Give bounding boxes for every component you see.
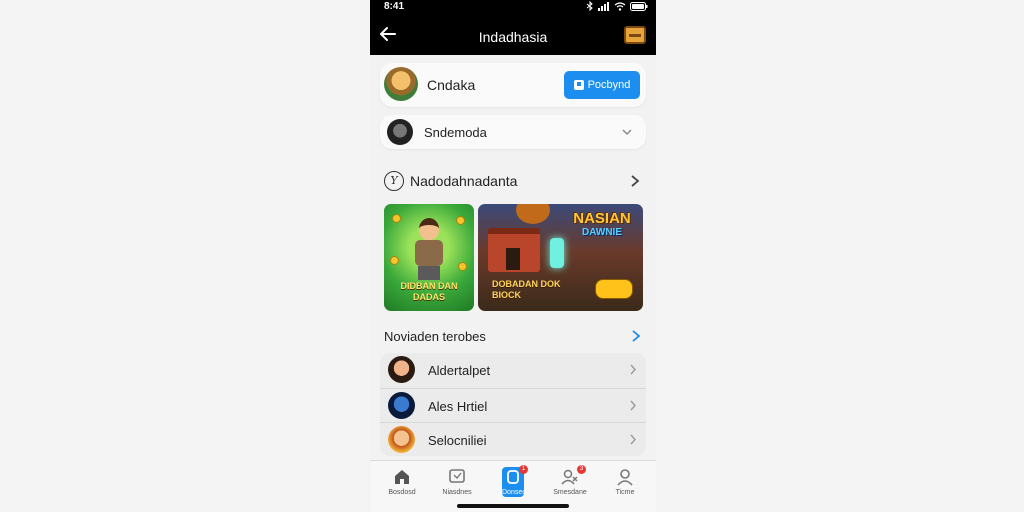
featured-games: DIDBAN DAN DADAS NASIAN DAWNIE DOBADAN D… xyxy=(384,204,643,312)
list-item[interactable]: Ales Hrtiel xyxy=(380,388,646,422)
tab-label: Donseo xyxy=(502,489,527,496)
game-card[interactable]: NASIAN DAWNIE DOBADAN DOK BIOCK xyxy=(478,204,643,311)
avatar xyxy=(384,67,418,101)
list-item[interactable]: Selocniliei xyxy=(380,422,646,456)
phone-screen: 8:41 Indadhasia Cndaka Pocbynd Sndemoda … xyxy=(370,0,656,512)
avatar xyxy=(388,356,415,383)
chevron-right-icon xyxy=(630,364,636,375)
coin-icon xyxy=(456,216,465,225)
signal-icon xyxy=(598,1,609,11)
game-card[interactable]: DIDBAN DAN DADAS xyxy=(384,204,474,311)
account-selector[interactable]: Sndemoda xyxy=(380,115,646,149)
tab-label: Bosdosd xyxy=(388,489,416,496)
chevron-down-icon xyxy=(622,129,632,136)
coin-icon xyxy=(458,262,467,271)
avatar xyxy=(388,392,415,419)
tab-profile[interactable]: Ticme xyxy=(605,467,645,501)
battery-icon xyxy=(630,1,648,11)
section-badge-icon: Y xyxy=(384,171,404,191)
list-item[interactable]: Aldertalpet xyxy=(380,353,646,387)
treasure-chest-icon[interactable] xyxy=(624,26,646,44)
game-logo: NASIAN DAWNIE xyxy=(573,210,631,238)
profile-icon xyxy=(617,469,633,486)
tab-label: Smesdane xyxy=(553,489,587,496)
app-bar: Indadhasia xyxy=(370,14,656,55)
status-time: 8:41 xyxy=(384,1,405,12)
coin-icon xyxy=(390,256,399,265)
home-icon xyxy=(395,470,409,484)
avatar xyxy=(387,119,413,145)
chevron-right-icon xyxy=(632,330,641,342)
friends-section-title: Noviaden terobes xyxy=(384,329,486,344)
chevron-right-icon xyxy=(630,400,636,411)
featured-section-title: Nadodahnadanta xyxy=(410,173,518,189)
profile-card[interactable]: Cndaka Pocbynd xyxy=(380,63,646,107)
game-scene-art xyxy=(506,248,520,270)
tab-chat[interactable]: Niasdnes xyxy=(437,467,477,501)
profile-action-button[interactable]: Pocbynd xyxy=(564,71,640,99)
chat-icon xyxy=(449,469,465,483)
tab-label: Niasdnes xyxy=(442,489,472,496)
game-scene-art xyxy=(550,238,564,268)
game-caption: DIDBAN DAN DADAS xyxy=(400,281,458,302)
featured-section-header[interactable]: Y Nadodahnadanta xyxy=(384,169,642,193)
friends-list: Aldertalpet Ales Hrtiel Selocniliei xyxy=(380,353,646,456)
chevron-right-icon xyxy=(631,175,640,187)
status-bar: 8:41 xyxy=(370,0,656,14)
page-title: Indadhasia xyxy=(478,29,548,45)
notification-badge: 3 xyxy=(577,465,586,474)
profile-name: Cndaka xyxy=(427,77,476,93)
document-icon xyxy=(573,80,584,90)
account-name: Sndemoda xyxy=(424,125,487,140)
bluetooth-icon xyxy=(586,1,593,11)
list-item-name: Ales Hrtiel xyxy=(428,399,488,414)
profile-action-label: Pocbynd xyxy=(587,79,631,91)
game-scene-art xyxy=(516,204,550,224)
list-item-name: Selocniliei xyxy=(428,433,487,448)
list-item-name: Aldertalpet xyxy=(428,363,491,378)
game-character-art xyxy=(412,218,446,280)
coin-icon xyxy=(392,214,401,223)
game-caption: DOBADAN DOK BIOCK xyxy=(492,279,561,300)
home-indicator[interactable] xyxy=(457,504,569,508)
tab-label: Ticme xyxy=(615,489,635,496)
tab-friends[interactable]: 3 Smesdane xyxy=(550,465,590,501)
chevron-right-icon xyxy=(630,434,636,445)
play-button[interactable] xyxy=(595,279,633,299)
wifi-icon xyxy=(614,1,626,11)
status-icons xyxy=(586,1,648,11)
notification-badge: 1 xyxy=(519,465,528,474)
avatar xyxy=(388,426,415,453)
friends-section-header[interactable]: Noviaden terobes xyxy=(384,325,642,349)
tab-home[interactable]: Bosdosd xyxy=(382,467,422,501)
tab-apps[interactable]: 1 Donseo xyxy=(502,465,528,497)
